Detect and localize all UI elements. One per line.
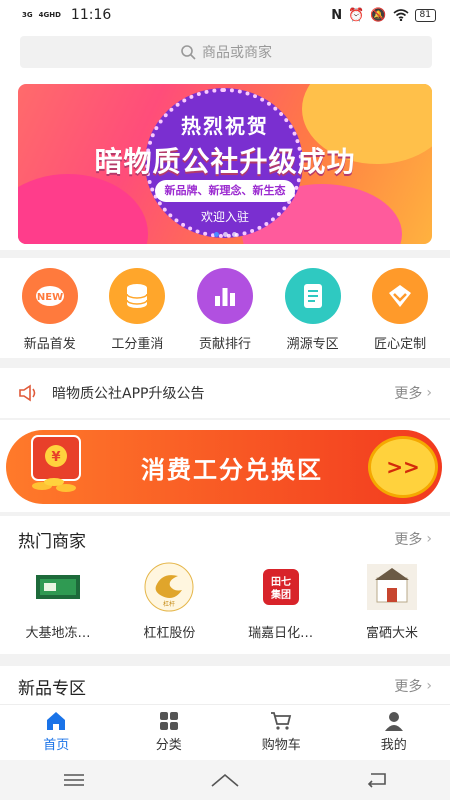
home-icon bbox=[47, 712, 66, 730]
category-row: NEW 新品首发 工分重消 贡献排行 溯源专区 匠心定制 bbox=[0, 258, 450, 358]
search-bar: 商品或商家 bbox=[0, 30, 450, 78]
category-label: 工分重消 bbox=[111, 337, 164, 352]
user-icon bbox=[384, 712, 403, 731]
carousel-dot[interactable] bbox=[223, 232, 228, 237]
new-products-more-link[interactable]: 更多 › bbox=[394, 676, 432, 696]
banner-welcome: 欢迎入驻 bbox=[200, 210, 249, 224]
tab-label: 分类 bbox=[155, 738, 182, 753]
section-title: 新品专区 bbox=[18, 678, 86, 699]
nfc-icon: N bbox=[331, 7, 343, 23]
svg-text:田七: 田七 bbox=[271, 575, 291, 588]
svg-text:NEW: NEW bbox=[37, 292, 63, 303]
speaker-icon bbox=[19, 384, 36, 402]
category-label: 新品首发 bbox=[23, 337, 76, 352]
chevron-right-icon: › bbox=[426, 531, 432, 547]
merchant-item[interactable]: 杠杆 杠杠股份 bbox=[121, 562, 217, 641]
tab-label: 我的 bbox=[380, 738, 407, 753]
announcement-text: 暗物质公社APP升级公告 bbox=[52, 386, 205, 402]
banner-tagline: 新品牌、新理念、新生态 bbox=[155, 180, 295, 202]
chevron-badge-icon bbox=[372, 268, 429, 324]
merchant-logo bbox=[362, 562, 422, 612]
mute-icon: 🔕 bbox=[370, 7, 387, 23]
more-label: 更多 bbox=[394, 386, 423, 402]
announcement-bar[interactable]: 暗物质公社APP升级公告 更多 › bbox=[0, 368, 450, 418]
tab-label: 购物车 bbox=[261, 738, 301, 753]
category-label: 溯源专区 bbox=[286, 337, 339, 352]
cart-icon bbox=[271, 712, 292, 730]
search-placeholder: 商品或商家 bbox=[202, 45, 272, 61]
category-label: 贡献排行 bbox=[198, 337, 251, 352]
merchant-name: 大基地冻… bbox=[25, 626, 91, 641]
battery-icon: 81 bbox=[414, 8, 436, 22]
coin-stack-icon bbox=[109, 268, 166, 324]
merchant-item[interactable]: 田七 集团 瑞嘉日化… bbox=[233, 562, 329, 641]
bottom-tab-bar: 首页 分类 购物车 我的 bbox=[0, 704, 450, 760]
more-label: 更多 bbox=[394, 679, 423, 695]
grid-icon bbox=[159, 712, 178, 730]
home-nav-icon[interactable] bbox=[210, 772, 240, 788]
merchant-name: 杠杠股份 bbox=[143, 626, 196, 641]
wifi-icon bbox=[393, 9, 409, 21]
merchant-logo: 杠杆 bbox=[139, 562, 199, 612]
tab-label: 首页 bbox=[43, 738, 70, 753]
clock: 11:16 bbox=[70, 7, 112, 23]
merchant-name: 瑞嘉日化… bbox=[248, 626, 314, 641]
chevron-right-icon: › bbox=[426, 678, 432, 694]
exchange-banner[interactable]: ¥ 消费工分兑换区 >> bbox=[0, 420, 450, 512]
signal-3g: 3G bbox=[22, 10, 33, 19]
tab-profile[interactable]: 我的 bbox=[349, 705, 439, 760]
merchant-item[interactable]: 大基地冻… bbox=[10, 562, 106, 641]
alarm-icon: ⏰ bbox=[348, 7, 365, 23]
category-contribution-ranking[interactable]: 贡献排行 bbox=[182, 258, 268, 358]
tab-home[interactable]: 首页 bbox=[11, 705, 101, 760]
banner-headline: 暗物质公社升级成功 bbox=[94, 145, 356, 178]
carousel-dot[interactable] bbox=[232, 232, 237, 237]
merchant-logo: 田七 集团 bbox=[251, 562, 311, 612]
category-custom-craft[interactable]: 匠心定制 bbox=[357, 258, 443, 358]
merchant-name: 富硒大米 bbox=[365, 626, 418, 641]
back-icon[interactable] bbox=[365, 772, 387, 788]
exchange-title: 消费工分兑换区 bbox=[141, 456, 323, 484]
new-products-section: 新品专区 更多 › bbox=[0, 666, 450, 706]
search-icon bbox=[181, 45, 196, 60]
chevron-right-icon: › bbox=[426, 385, 432, 401]
category-label: 匠心定制 bbox=[374, 337, 427, 352]
carousel-dot[interactable] bbox=[214, 232, 219, 237]
system-nav-bar bbox=[0, 760, 450, 800]
carousel-dots bbox=[214, 232, 237, 237]
more-label: 更多 bbox=[394, 532, 423, 548]
document-icon bbox=[284, 268, 341, 324]
menu-icon[interactable] bbox=[63, 773, 85, 787]
banner-area: 热烈祝贺 暗物质公社升级成功 新品牌、新理念、新生态 欢迎入驻 bbox=[0, 78, 450, 250]
money-bag-icon: ¥ bbox=[31, 435, 81, 492]
merchant-item[interactable]: 富硒大米 bbox=[344, 562, 440, 641]
announcement-more-link[interactable]: 更多 › bbox=[394, 383, 432, 403]
banner-line1: 热烈祝贺 bbox=[181, 114, 269, 138]
search-input[interactable]: 商品或商家 bbox=[20, 36, 432, 68]
status-bar: 3G 4GHD 11:16 N ⏰ 🔕 81 bbox=[0, 0, 450, 30]
promo-banner[interactable]: 热烈祝贺 暗物质公社升级成功 新品牌、新理念、新生态 欢迎入驻 bbox=[18, 84, 432, 244]
svg-text:¥: ¥ bbox=[51, 450, 60, 465]
section-title: 热门商家 bbox=[18, 531, 86, 552]
category-points-repurchase[interactable]: 工分重消 bbox=[94, 258, 180, 358]
hot-merchants-more-link[interactable]: 更多 › bbox=[394, 529, 432, 549]
category-new-arrivals[interactable]: NEW 新品首发 bbox=[7, 258, 93, 358]
merchant-logo-text: 杠杆 bbox=[163, 600, 175, 608]
tab-categories[interactable]: 分类 bbox=[124, 705, 214, 760]
exchange-go-button[interactable]: >> bbox=[368, 436, 438, 498]
signal-4g: 4GHD bbox=[38, 10, 61, 19]
bar-chart-icon bbox=[196, 268, 253, 324]
hot-merchants-section: 热门商家 更多 › 大基地冻… 杠杆 杠杠股份 田七 集团 瑞嘉日化… 富硒大米 bbox=[0, 516, 450, 654]
new-badge-icon: NEW bbox=[21, 268, 78, 324]
merchant-logo bbox=[28, 562, 88, 612]
category-traceability[interactable]: 溯源专区 bbox=[270, 258, 356, 358]
svg-text:集团: 集团 bbox=[270, 588, 291, 601]
tab-cart[interactable]: 购物车 bbox=[236, 705, 326, 760]
